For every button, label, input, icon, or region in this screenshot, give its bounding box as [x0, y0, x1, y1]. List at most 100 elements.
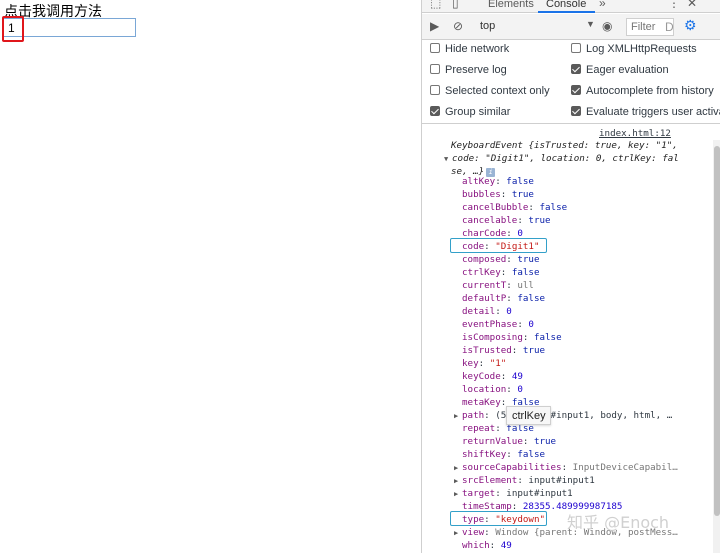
property-row[interactable]: cancelBubble: false [462, 201, 567, 214]
property-key: keyCode [462, 371, 501, 382]
property-key: sourceCapabilities [462, 462, 562, 473]
property-row[interactable]: ▶ target: input#input1 [454, 487, 573, 501]
property-row[interactable]: currentT: ull [462, 279, 534, 292]
property-value: false [533, 332, 562, 343]
clear-console-icon[interactable]: ⊘ [453, 19, 463, 33]
setting-preserve-log[interactable]: Preserve log [430, 64, 507, 78]
property-value: ull [517, 280, 534, 291]
property-row[interactable]: ctrlKey: false [462, 266, 539, 279]
property-row[interactable]: ▶ srcElement: input#input1 [454, 474, 595, 488]
setting-label: Eager evaluation [586, 64, 669, 76]
property-value: false [506, 176, 534, 187]
filter-suffix: D [665, 20, 674, 34]
setting-eager-evaluation[interactable]: Eager evaluation [571, 64, 669, 78]
active-tab-indicator [538, 11, 595, 13]
property-key: repeat [462, 423, 496, 434]
property-row[interactable]: eventPhase: 0 [462, 318, 534, 331]
kebab-menu-icon[interactable]: ⋮ [668, 0, 680, 10]
gear-icon[interactable]: ⚙ [684, 17, 700, 35]
property-key: shiftKey [462, 449, 507, 460]
property-value: 0 [517, 384, 523, 395]
property-value: 49 [500, 540, 512, 551]
code-highlight-box [450, 238, 547, 253]
property-value: false [517, 449, 546, 460]
property-row[interactable]: location: 0 [462, 383, 523, 396]
property-value: true [533, 436, 557, 447]
property-row[interactable]: defaultP: false [462, 292, 545, 305]
setting-log-xhr[interactable]: Log XMLHttpRequests [571, 43, 697, 57]
checkbox-checked[interactable] [571, 106, 581, 116]
property-value: "1" [489, 358, 507, 369]
property-row[interactable]: detail: 0 [462, 305, 512, 318]
setting-selected-context[interactable]: Selected context only [430, 85, 550, 99]
devtools-tabbar: ⬚ ▯ Elements Console » ⋮ ✕ [422, 0, 720, 13]
property-value: true [522, 345, 546, 356]
inspect-element-icon[interactable]: ⬚ [430, 0, 441, 10]
property-key: isComposing [462, 332, 523, 343]
property-key: cancelBubble [462, 202, 529, 213]
expand-triangle-icon[interactable]: ▶ [454, 527, 462, 540]
type-highlight-box [450, 511, 547, 526]
property-row[interactable]: ▶ sourceCapabilities: InputDeviceCapabil… [454, 461, 678, 475]
devtools-panel: ⬚ ▯ Elements Console » ⋮ ✕ ▶ ⊘ top ▼ ◉ D… [421, 0, 720, 553]
checkbox[interactable] [571, 43, 581, 53]
checkbox[interactable] [430, 64, 440, 74]
expand-triangle-icon[interactable]: ▶ [454, 488, 462, 501]
setting-label: Autocomplete from history [586, 85, 714, 97]
property-row[interactable]: cancelable: true [462, 214, 551, 227]
property-key: composed [462, 254, 507, 265]
property-row[interactable]: key: "1" [462, 357, 506, 370]
tooltip: ctrlKey [506, 406, 551, 425]
chevron-down-icon[interactable]: ▼ [586, 19, 595, 29]
close-icon[interactable]: ✕ [687, 0, 697, 10]
property-value: false [517, 293, 546, 304]
setting-group-similar[interactable]: Group similar [430, 106, 510, 120]
checkbox[interactable] [430, 85, 440, 95]
tab-console[interactable]: Console [546, 0, 586, 10]
input-highlight-box [2, 16, 24, 42]
property-row[interactable]: bubbles: true [462, 188, 534, 201]
setting-evaluate-triggers[interactable]: Evaluate triggers user activa [571, 106, 720, 120]
checkbox-checked[interactable] [571, 64, 581, 74]
property-row[interactable]: which: 49 [462, 539, 512, 552]
property-row[interactable]: altKey: false [462, 175, 534, 188]
property-row[interactable]: composed: true [462, 253, 539, 266]
property-value: false [539, 202, 568, 213]
property-key: view [462, 527, 485, 538]
property-row[interactable]: isComposing: false [462, 331, 562, 344]
scrollbar-thumb[interactable] [714, 146, 720, 516]
watermark: 知乎 @Enoch [567, 513, 670, 532]
eye-icon[interactable]: ◉ [602, 19, 612, 33]
setting-label: Group similar [445, 106, 511, 118]
checkbox[interactable] [430, 43, 440, 53]
property-key: returnValue [462, 436, 523, 447]
context-select[interactable]: top [480, 20, 495, 32]
property-key: path [462, 410, 485, 421]
property-row[interactable]: ▶ path: (5) [input#input1, body, html, … [454, 409, 672, 423]
setting-hide-network[interactable]: Hide network [430, 43, 509, 57]
more-tabs-icon[interactable]: » [599, 0, 606, 10]
property-row[interactable]: keyCode: 49 [462, 370, 523, 383]
checkbox-checked[interactable] [430, 106, 440, 116]
property-value: true [517, 254, 540, 265]
setting-autocomplete-history[interactable]: Autocomplete from history [571, 85, 714, 99]
property-key: target [462, 488, 496, 499]
console-toolbar: ▶ ⊘ top ▼ ◉ D ⚙ [422, 14, 720, 40]
property-row[interactable]: shiftKey: false [462, 448, 545, 461]
sidebar-toggle-icon[interactable]: ▶ [430, 19, 439, 33]
tab-elements[interactable]: Elements [488, 0, 534, 10]
setting-label: Log XMLHttpRequests [586, 43, 697, 55]
property-key: which [462, 540, 490, 551]
checkbox-checked[interactable] [571, 85, 581, 95]
device-toolbar-icon[interactable]: ▯ [452, 0, 459, 10]
property-key: eventPhase [462, 319, 518, 330]
property-row[interactable]: isTrusted: true [462, 344, 545, 357]
event-summary-line[interactable]: ▼ code: "Digit1", location: 0, ctrlKey: f… [444, 152, 679, 166]
property-value: 0 [506, 306, 512, 317]
property-row[interactable]: returnValue: true [462, 435, 556, 448]
property-key: isTrusted [462, 345, 512, 356]
setting-label: Selected context only [445, 85, 550, 97]
property-key: bubbles [462, 189, 501, 200]
event-summary-line[interactable]: KeyboardEvent {isTrusted: true, key: "1"… [451, 139, 678, 152]
expand-triangle-icon[interactable]: ▶ [454, 410, 462, 423]
